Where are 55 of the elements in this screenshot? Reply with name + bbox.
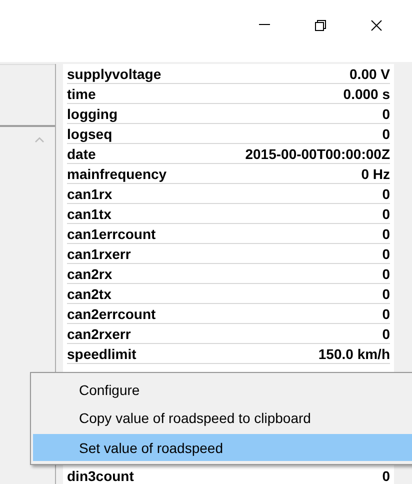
- table-row[interactable]: can2errcount 0: [67, 304, 390, 324]
- property-value: 0 Hz: [361, 166, 390, 182]
- property-name: logseq: [67, 126, 112, 142]
- property-name: mainfrequency: [67, 166, 167, 182]
- table-row[interactable]: can2tx 0: [67, 284, 390, 304]
- property-value: 0: [382, 306, 390, 322]
- property-name: can1rxerr: [67, 246, 131, 262]
- property-value: 0.000 s: [343, 86, 390, 102]
- close-icon: [370, 20, 382, 30]
- minimize-icon: [258, 24, 270, 26]
- property-value: 2015-00-00T00:00:00Z: [245, 146, 390, 162]
- property-name: can2rxerr: [67, 326, 131, 342]
- scroll-up-icon[interactable]: [34, 137, 44, 143]
- property-value: 0: [382, 468, 390, 484]
- table-row[interactable]: can1tx 0: [67, 204, 390, 224]
- table-row[interactable]: mainfrequency 0 Hz: [67, 164, 390, 184]
- property-value: 0: [382, 126, 390, 142]
- property-value: 0: [382, 246, 390, 262]
- property-name: date: [67, 146, 96, 162]
- property-value: 150.0 km/h: [318, 346, 390, 362]
- table-row[interactable]: logging 0: [67, 104, 390, 124]
- restore-icon: [314, 20, 326, 30]
- property-value: 0: [382, 206, 390, 222]
- table-row[interactable]: din3count 0: [67, 466, 390, 484]
- table-row[interactable]: logseq 0: [67, 124, 390, 144]
- property-name: can1tx: [67, 206, 112, 222]
- property-name: can2errcount: [67, 306, 156, 322]
- property-name: time: [67, 86, 96, 102]
- property-value: 0: [382, 326, 390, 342]
- table-row[interactable]: date 2015-00-00T00:00:00Z: [67, 144, 390, 164]
- property-name: can1errcount: [67, 226, 156, 242]
- menu-item[interactable]: Copy value of roadspeed to clipboard: [33, 404, 412, 432]
- property-value: 0.00 V: [350, 66, 390, 82]
- menu-item[interactable]: Set value of roadspeed: [33, 434, 412, 461]
- table-row[interactable]: can1rx 0: [67, 184, 390, 204]
- property-name: din3count: [67, 468, 134, 484]
- table-row[interactable]: can2rx 0: [67, 264, 390, 284]
- property-value: 0: [382, 106, 390, 122]
- table-row[interactable]: time 0.000 s: [67, 84, 390, 104]
- property-name: speedlimit: [67, 346, 136, 362]
- property-value: 0: [382, 226, 390, 242]
- property-name: can2rx: [67, 266, 112, 282]
- table-row[interactable]: can2rxerr 0: [67, 324, 390, 344]
- property-value: 0: [382, 266, 390, 282]
- property-value: 0: [382, 186, 390, 202]
- menu-item[interactable]: Configure: [33, 376, 412, 404]
- property-name: supplyvoltage: [67, 66, 162, 82]
- property-name: can1rx: [67, 186, 112, 202]
- property-value: 0: [382, 286, 390, 302]
- table-row[interactable]: speedlimit 150.0 km/h: [67, 344, 390, 364]
- table-row[interactable]: can1rxerr 0: [67, 244, 390, 264]
- property-name: logging: [67, 106, 118, 122]
- table-row[interactable]: supplyvoltage 0.00 V: [67, 64, 390, 84]
- property-name: can2tx: [67, 286, 112, 302]
- table-row[interactable]: can1errcount 0: [67, 224, 390, 244]
